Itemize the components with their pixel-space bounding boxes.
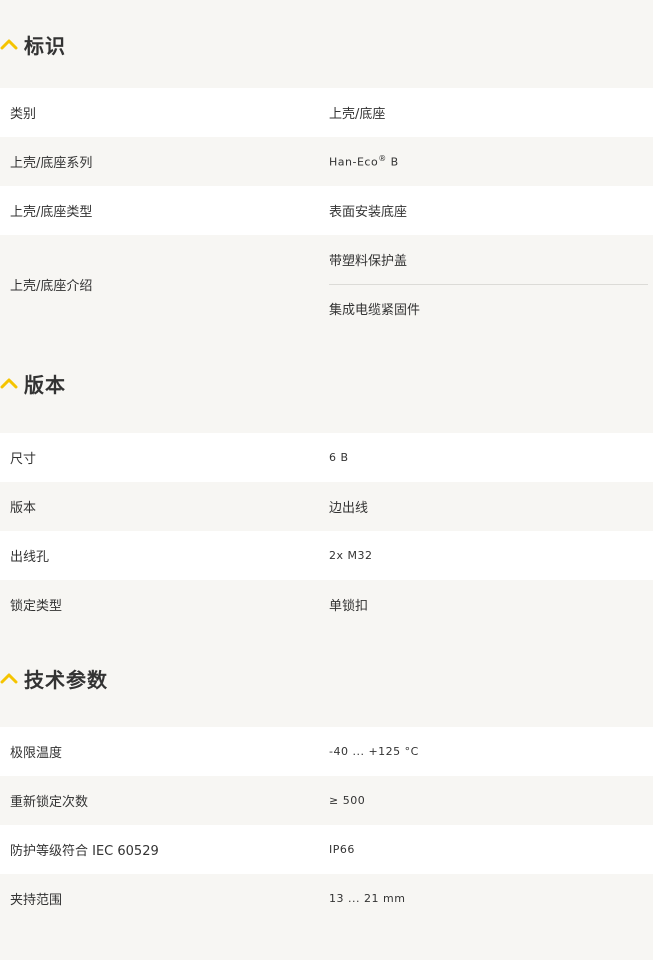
spec-row: 尺寸 6 B (0, 433, 653, 482)
section-header-identification[interactable]: 标识 (0, 0, 653, 88)
chevron-up-icon (0, 673, 18, 684)
chevron-up-icon (0, 39, 18, 50)
spec-value: IP66 (329, 843, 355, 856)
spec-row: 类别 上壳/底座 (0, 88, 653, 137)
spec-value: 上壳/底座 (329, 107, 386, 122)
spec-label: 尺寸 (10, 452, 37, 467)
spec-row: 上壳/底座介绍 带塑料保护盖 集成电缆紧固件 (0, 235, 653, 333)
section-title: 标识 (24, 33, 66, 58)
spec-row: 上壳/底座系列 Han-Eco® B (0, 137, 653, 186)
section-title: 技术参数 (24, 667, 108, 692)
spec-value: -40 ... +125 °C (329, 745, 419, 758)
page-bottom (0, 923, 653, 958)
section-title: 版本 (24, 372, 66, 397)
spec-row: 出线孔 2x M32 (0, 531, 653, 580)
spec-value-text: Han-Eco (329, 155, 379, 169)
spec-label: 锁定类型 (10, 599, 63, 614)
spec-value: Han-Eco® B (329, 154, 653, 169)
spec-row: 夹持范围 13 ... 21 mm (0, 874, 653, 923)
spec-value: 带塑料保护盖 (329, 253, 408, 269)
spec-value: 单锁扣 (329, 599, 369, 614)
spec-value: 13 ... 21 mm (329, 892, 406, 905)
section-header-version[interactable]: 版本 (0, 333, 653, 433)
spec-value: ≥ 500 (329, 794, 366, 807)
spec-label: 极限温度 (10, 746, 63, 761)
section-technical-data: 技术参数 极限温度 -40 ... +125 °C 重新锁定次数 ≥ 500 防… (0, 629, 653, 923)
spec-value: 边出线 (329, 501, 369, 516)
spec-label: 出线孔 (10, 550, 50, 565)
spec-label: 上壳/底座类型 (10, 205, 93, 220)
spec-value-suffix: B (386, 155, 399, 169)
spec-value: 2x M32 (329, 549, 373, 562)
spec-row: 极限温度 -40 ... +125 °C (0, 727, 653, 776)
spec-label: 版本 (10, 501, 37, 516)
spec-label: 上壳/底座系列 (10, 156, 93, 171)
spec-label: 类别 (10, 107, 37, 122)
section-version: 版本 尺寸 6 B 版本 边出线 出线孔 2x M32 锁定类型 单锁扣 (0, 333, 653, 629)
spec-value-list: 带塑料保护盖 集成电缆紧固件 (329, 235, 648, 333)
spec-row: 重新锁定次数 ≥ 500 (0, 776, 653, 825)
section-header-technical-data[interactable]: 技术参数 (0, 629, 653, 727)
spec-label: 防护等级符合 IEC 60529 (10, 844, 159, 859)
spec-label: 上壳/底座介绍 (10, 278, 93, 294)
product-spec-page: 标识 类别 上壳/底座 上壳/底座系列 Han-Eco® B 上壳/底座类型 表… (0, 0, 653, 960)
spec-label: 重新锁定次数 (10, 795, 89, 810)
section-identification: 标识 类别 上壳/底座 上壳/底座系列 Han-Eco® B 上壳/底座类型 表… (0, 0, 653, 333)
spec-value: 集成电缆紧固件 (329, 283, 648, 334)
spec-row: 防护等级符合 IEC 60529 IP66 (0, 825, 653, 874)
chevron-up-icon (0, 378, 18, 389)
spec-row: 锁定类型 单锁扣 (0, 580, 653, 629)
spec-row: 上壳/底座类型 表面安装底座 (0, 186, 653, 235)
spec-value: 6 B (329, 451, 349, 464)
registered-mark: ® (378, 154, 387, 164)
spec-row: 版本 边出线 (0, 482, 653, 531)
spec-label: 夹持范围 (10, 893, 63, 908)
spec-value: 表面安装底座 (329, 205, 408, 220)
